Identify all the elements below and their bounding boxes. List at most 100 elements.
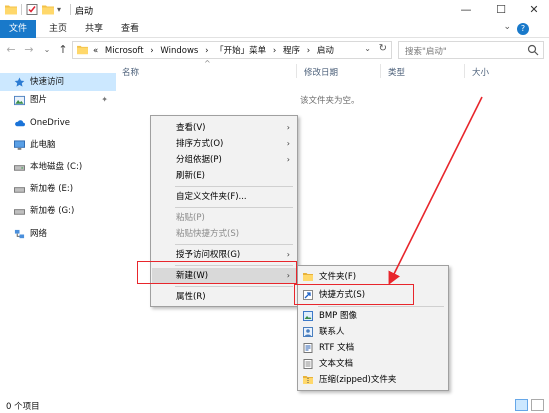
sidebar-item-network[interactable]: 网络: [0, 225, 116, 243]
window-title: 启动: [75, 7, 94, 17]
sidebar-item-label: 新加卷 (E:): [30, 184, 74, 194]
zip-folder-icon: [303, 376, 313, 384]
star-icon: [14, 77, 25, 87]
details-view-button[interactable]: [515, 399, 528, 411]
menu-item-properties[interactable]: 属性(R): [152, 289, 296, 305]
properties-icon[interactable]: [26, 3, 38, 16]
submenu-item-folder[interactable]: 文件夹(F): [299, 269, 447, 285]
submenu-item-rtf-document[interactable]: RTF 文档: [299, 340, 447, 356]
sidebar-item-label: 新加卷 (G:): [30, 206, 75, 216]
column-divider[interactable]: [296, 64, 297, 78]
search-input[interactable]: 搜索"启动": [398, 41, 544, 59]
help-icon[interactable]: ?: [517, 23, 529, 35]
menu-item-label: 排序方式(O): [176, 139, 224, 149]
maximize-button[interactable]: ☐: [483, 0, 519, 20]
menu-separator: [175, 186, 293, 187]
bmp-icon: [303, 311, 313, 321]
item-count: 0 个项目: [6, 402, 40, 412]
breadcrumb-separator[interactable]: ›: [307, 46, 310, 56]
recent-locations-button[interactable]: ⌄: [40, 42, 54, 58]
address-dropdown-icon[interactable]: ⌄: [364, 44, 371, 53]
sidebar-item-label: 图片: [30, 95, 48, 105]
quick-access-separator: [21, 4, 22, 15]
folder-icon: [303, 273, 313, 281]
sidebar-item-this-pc[interactable]: 此电脑: [0, 136, 116, 154]
breadcrumb-separator[interactable]: ›: [205, 46, 208, 56]
menu-item-refresh[interactable]: 刷新(E): [152, 168, 296, 184]
drive-icon: [14, 165, 25, 171]
submenu-item-label: 文件夹(F): [319, 272, 357, 282]
submenu-item-label: 压缩(zipped)文件夹: [319, 375, 397, 385]
title-separator: [70, 4, 71, 15]
forward-button[interactable]: →: [22, 42, 36, 58]
status-bar: 0 个项目: [0, 398, 549, 413]
menu-item-label: 属性(R): [176, 292, 206, 302]
sidebar-item-label: 本地磁盘 (C:): [30, 162, 83, 172]
submenu-arrow-icon: ›: [286, 123, 290, 132]
pin-icon[interactable]: ✦: [101, 91, 108, 109]
submenu-item-label: 文本文档: [319, 359, 354, 369]
breadcrumb-item-start-menu[interactable]: 「开始」菜单: [215, 46, 266, 56]
tab-file[interactable]: 文件: [0, 20, 36, 38]
menu-separator: [175, 207, 293, 208]
breadcrumb-item-programs[interactable]: 程序: [283, 46, 300, 56]
sidebar-item-label: 此电脑: [30, 140, 56, 150]
address-bar[interactable]: « Microsoft › Windows › 「开始」菜单 › 程序 › 启动…: [72, 41, 392, 59]
breadcrumb-item-startup[interactable]: 启动: [317, 46, 334, 56]
menu-item-sort-by[interactable]: 排序方式(O) ›: [152, 136, 296, 152]
ribbon-tabs: 文件 主页 共享 查看 ⌄ ?: [0, 20, 549, 38]
close-button[interactable]: ✕: [516, 0, 549, 20]
search-placeholder: 搜索"启动": [405, 47, 447, 57]
sidebar-item-label: OneDrive: [30, 118, 70, 128]
column-header-size[interactable]: 大小: [472, 66, 489, 78]
menu-item-label: 自定义文件夹(F)...: [176, 192, 247, 202]
sidebar-item-pictures[interactable]: 图片 ✦: [0, 91, 116, 109]
column-header-date-modified[interactable]: 修改日期: [304, 66, 338, 78]
menu-item-customize-folder[interactable]: 自定义文件夹(F)...: [152, 189, 296, 205]
tab-view[interactable]: 查看: [116, 20, 144, 38]
tab-share[interactable]: 共享: [80, 20, 108, 38]
breadcrumb-item-windows[interactable]: Windows: [160, 46, 198, 56]
expand-ribbon-icon[interactable]: ⌄: [503, 22, 511, 32]
submenu-arrow-icon: ›: [286, 155, 290, 164]
breadcrumb-item-microsoft[interactable]: Microsoft: [105, 46, 144, 56]
column-divider[interactable]: [380, 64, 381, 78]
sidebar-item-onedrive[interactable]: OneDrive: [0, 114, 116, 132]
sidebar-item-quick-access[interactable]: 快速访问: [0, 73, 116, 91]
up-button[interactable]: ↑: [56, 42, 70, 58]
sidebar-item-drive-e[interactable]: 新加卷 (E:): [0, 180, 116, 198]
column-header-name[interactable]: 名称: [122, 66, 139, 78]
drive-icon: [14, 209, 25, 215]
sidebar-item-drive-g[interactable]: 新加卷 (G:): [0, 202, 116, 220]
navigation-pane: 快速访问 图片 ✦ OneDrive 此电脑 本地磁盘 (C:) 新加卷 (E:…: [0, 62, 116, 398]
tab-home[interactable]: 主页: [44, 20, 72, 38]
breadcrumb-separator[interactable]: ›: [150, 46, 153, 56]
submenu-item-bmp-image[interactable]: BMP 图像: [299, 308, 447, 324]
cloud-icon: [15, 120, 25, 127]
annotation-highlight-new: [137, 261, 297, 284]
contact-icon: [303, 327, 313, 337]
large-icons-view-button[interactable]: [531, 399, 544, 411]
folder-icon: [77, 45, 88, 55]
new-folder-icon[interactable]: [42, 3, 54, 16]
computer-icon: [14, 140, 25, 150]
folder-icon: [5, 5, 17, 15]
search-icon: [527, 44, 539, 56]
breadcrumb-overflow[interactable]: «: [93, 46, 98, 56]
column-header-type[interactable]: 类型: [388, 66, 405, 78]
annotation-highlight-shortcut: [294, 284, 414, 305]
text-doc-icon: [303, 359, 313, 369]
customize-quick-access-icon[interactable]: ▾: [57, 3, 67, 16]
submenu-item-zip-folder[interactable]: 压缩(zipped)文件夹: [299, 372, 447, 388]
menu-separator: [175, 244, 293, 245]
back-button[interactable]: ←: [4, 42, 18, 58]
breadcrumb-separator[interactable]: ›: [273, 46, 276, 56]
column-divider[interactable]: [464, 64, 465, 78]
minimize-button[interactable]: —: [448, 0, 484, 20]
submenu-item-contact[interactable]: 联系人: [299, 324, 447, 340]
refresh-icon[interactable]: ↻: [379, 43, 387, 54]
menu-item-view[interactable]: 查看(V) ›: [152, 120, 296, 136]
sidebar-item-drive-c[interactable]: 本地磁盘 (C:): [0, 158, 116, 176]
submenu-item-text-document[interactable]: 文本文档: [299, 356, 447, 372]
menu-item-group-by[interactable]: 分组依据(P) ›: [152, 152, 296, 168]
